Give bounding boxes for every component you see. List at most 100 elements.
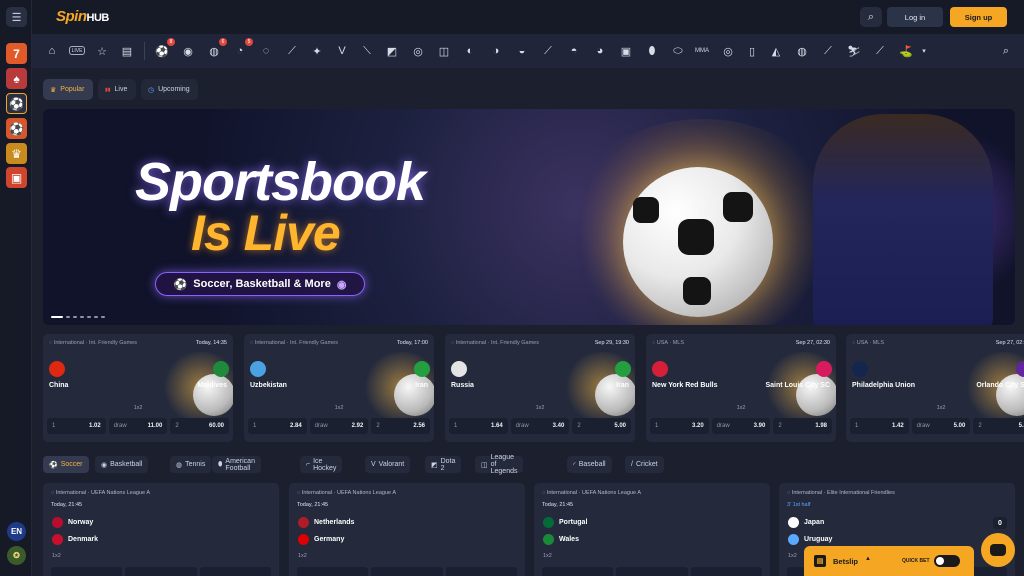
odd-home-button[interactable]: 1 1.02 bbox=[47, 418, 106, 434]
waterpolo-icon[interactable]: ◍ bbox=[794, 43, 810, 59]
odd-home-button[interactable]: 1 1.42 bbox=[850, 418, 909, 434]
login-button[interactable]: Log in bbox=[887, 7, 943, 27]
quick-bet-toggle[interactable] bbox=[934, 555, 960, 567]
home-icon[interactable]: ⌂ bbox=[44, 43, 60, 59]
mma-icon[interactable]: MMA bbox=[694, 43, 710, 59]
language-flag-icon[interactable]: EN bbox=[7, 522, 26, 541]
featured-match-card[interactable]: ◌ USA · MLS Sep 27, 02:30 New York Red Bul… bbox=[646, 334, 836, 442]
chevron-up-icon[interactable]: ▲ bbox=[865, 556, 871, 562]
betslip-history-icon[interactable]: ▤ bbox=[119, 43, 135, 59]
odd-draw-button[interactable] bbox=[616, 567, 688, 576]
carousel-dot[interactable] bbox=[73, 316, 77, 318]
featured-match-card[interactable]: ◌ USA · MLS Sep 27, 02:30 Philadelphia Uni… bbox=[846, 334, 1024, 442]
sport-tab-dota2[interactable]: ◩ Dota 2 bbox=[425, 456, 462, 473]
skiing-icon[interactable]: ⛷ bbox=[846, 43, 862, 59]
chevron-down-icon[interactable]: ▾ bbox=[916, 43, 932, 59]
live-icon[interactable]: LIVE bbox=[69, 46, 85, 55]
odd-away-button[interactable]: 2 2.56 bbox=[371, 418, 431, 434]
sport-tab-ice-hockey[interactable]: ⌐ Ice Hockey bbox=[300, 456, 343, 473]
sport-tab-baseball[interactable]: ◜ Baseball bbox=[567, 456, 612, 473]
more-sports-icon[interactable]: ⛳ bbox=[898, 43, 914, 59]
sport-tab-american-football[interactable]: ⬮ American Football bbox=[212, 456, 261, 473]
odd-draw-button[interactable]: draw 3.90 bbox=[711, 418, 771, 434]
tennis-icon[interactable]: ◔ 5 bbox=[232, 38, 253, 59]
american-football-icon[interactable]: ⬭ bbox=[670, 43, 686, 59]
support-badge-icon[interactable]: ✪ bbox=[7, 546, 26, 565]
event-card[interactable]: ◌ International · UEFA Nations League A T… bbox=[534, 483, 770, 576]
rainbow-six-icon[interactable]: ◑ bbox=[488, 43, 504, 59]
rocket-league-icon[interactable]: ◐ bbox=[462, 43, 478, 59]
sport-tab-basketball[interactable]: ◉ Basketball bbox=[95, 456, 149, 473]
carousel-dot[interactable] bbox=[80, 316, 84, 318]
sport-tab-soccer[interactable]: ⚽ Soccer bbox=[43, 456, 89, 473]
odd-away-button[interactable] bbox=[445, 567, 517, 576]
tab-popular[interactable]: ♛ Popular bbox=[43, 79, 93, 100]
basketball-icon[interactable]: ◉ bbox=[180, 43, 196, 59]
search-icon[interactable]: ⌕ bbox=[860, 7, 882, 27]
odd-draw-button[interactable]: draw 5.00 bbox=[911, 418, 971, 434]
signup-button[interactable]: Sign up bbox=[950, 7, 1007, 27]
soccer-ball-icon[interactable]: ⚽ bbox=[6, 93, 27, 114]
darts-icon[interactable]: ◎ bbox=[720, 43, 736, 59]
gift-icon[interactable]: ▣ bbox=[6, 167, 27, 188]
rugby-icon[interactable]: ⬮ bbox=[644, 43, 660, 59]
carousel-dot[interactable] bbox=[66, 316, 70, 318]
featured-match-card[interactable]: ◌ International · Int. Friendly Games Sep… bbox=[445, 334, 635, 442]
odd-away-button[interactable] bbox=[690, 567, 762, 576]
sport-tab-cricket[interactable]: / Cricket bbox=[625, 456, 664, 473]
soccer-icon[interactable]: ⚽ 8 bbox=[154, 38, 175, 59]
odd-home-button[interactable]: 1 2.84 bbox=[248, 418, 307, 434]
odd-away-button[interactable]: 2 60.00 bbox=[170, 418, 230, 434]
overwatch-icon[interactable]: ◫ bbox=[436, 43, 452, 59]
carousel-dot[interactable] bbox=[94, 316, 98, 318]
odd-draw-button[interactable]: draw 2.92 bbox=[309, 418, 369, 434]
slots-icon[interactable]: 7 bbox=[6, 43, 27, 64]
chat-support-icon[interactable] bbox=[981, 533, 1015, 567]
cs-icon[interactable]: ⟍ bbox=[359, 43, 375, 59]
betslip-bar[interactable]: ▤ Betslip ▲ QUICK BET bbox=[804, 546, 974, 576]
odd-home-button[interactable] bbox=[297, 567, 369, 576]
golf-icon[interactable]: ⟋ bbox=[872, 43, 888, 59]
sports-search-icon[interactable]: ⌕ bbox=[998, 43, 1014, 59]
odd-home-button[interactable] bbox=[542, 567, 614, 576]
table-tennis-icon[interactable]: ◓ bbox=[566, 43, 582, 59]
carousel-dot[interactable] bbox=[87, 316, 91, 318]
featured-match-card[interactable]: ◌ International · Int. Friendly Games Tod… bbox=[244, 334, 434, 442]
tab-live[interactable]: ▮▮ Live bbox=[98, 79, 136, 100]
cricket-icon[interactable]: ⟋ bbox=[284, 43, 300, 59]
spinhub-logo[interactable]: SpinHUB bbox=[56, 8, 109, 25]
odd-away-button[interactable]: 2 5.00 bbox=[572, 418, 632, 434]
odd-draw-button[interactable]: draw 3.40 bbox=[510, 418, 570, 434]
hockey-stick-icon[interactable]: ⟋ bbox=[820, 43, 836, 59]
star-icon[interactable]: ☆ bbox=[94, 43, 110, 59]
handball-icon[interactable]: ▣ bbox=[618, 43, 634, 59]
odd-home-button[interactable]: 1 3.20 bbox=[650, 418, 709, 434]
odd-home-button[interactable]: 1 1.64 bbox=[449, 418, 508, 434]
odd-away-button[interactable]: 2 1.98 bbox=[773, 418, 833, 434]
hamburger-menu-icon[interactable]: ☰ bbox=[6, 7, 27, 27]
sport-tab-lol[interactable]: ◫ League of Legends bbox=[475, 454, 524, 475]
fifa-icon[interactable]: ◒ bbox=[514, 43, 530, 59]
ice-hockey-icon[interactable]: ◌ bbox=[258, 43, 274, 59]
event-card[interactable]: ◌ International · UEFA Nations League A T… bbox=[289, 483, 525, 576]
carousel-dot[interactable] bbox=[101, 316, 105, 318]
sport-tab-tennis[interactable]: ◍ Tennis bbox=[170, 456, 212, 473]
odd-draw-button[interactable]: draw 11.00 bbox=[108, 418, 168, 434]
promo-banner[interactable]: Sportsbook Is Live ⚽ Soccer, Basketball … bbox=[43, 109, 1015, 325]
featured-match-card[interactable]: ◌ International · Int. Friendly Games Tod… bbox=[43, 334, 233, 442]
fighting-icon[interactable]: ✦ bbox=[309, 43, 325, 59]
badminton-icon[interactable]: ◕ bbox=[592, 43, 608, 59]
volleyball-icon[interactable]: ◍ 6 bbox=[206, 38, 227, 59]
dota-icon[interactable]: ◩ bbox=[384, 43, 400, 59]
odd-draw-button[interactable] bbox=[371, 567, 443, 576]
carousel-dot[interactable] bbox=[51, 316, 63, 318]
cards-icon[interactable]: ♠ bbox=[6, 68, 27, 89]
bowling-icon[interactable]: ◭ bbox=[768, 43, 784, 59]
odd-away-button[interactable]: 25.8 bbox=[973, 418, 1024, 434]
event-card[interactable]: ◌ International · UEFA Nations League A T… bbox=[43, 483, 279, 576]
live-soccer-icon[interactable]: ⚽ bbox=[6, 118, 27, 139]
odd-home-button[interactable] bbox=[51, 567, 123, 576]
tab-upcoming[interactable]: ◷ Upcoming bbox=[141, 79, 198, 100]
lol-icon[interactable]: ◎ bbox=[410, 43, 426, 59]
sport-tab-valorant[interactable]: V Valorant bbox=[365, 456, 411, 473]
